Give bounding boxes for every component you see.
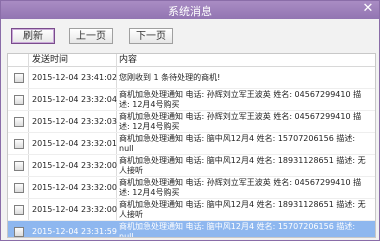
- row-send-time: 2015-12-04 23:32:04: [32, 95, 117, 104]
- close-icon[interactable]: ✕: [361, 2, 375, 16]
- row-checkbox[interactable]: [14, 73, 24, 83]
- row-checkbox[interactable]: [14, 227, 24, 237]
- column-header-send-time[interactable]: 发送时间: [32, 54, 68, 66]
- row-checkbox[interactable]: [14, 161, 24, 171]
- row-send-time: 2015-12-04 23:32:00: [32, 205, 117, 214]
- row-content: 商机加急处理通知 电话: 脑中风12月4 姓名: 15707206156 描述:…: [119, 222, 356, 238]
- table-row[interactable]: 2015-12-04 23:32:00 商机加急处理通知 电话: 脑中风12月4 …: [8, 199, 375, 221]
- row-send-time: 2015-12-04 23:41:02: [32, 73, 117, 82]
- row-checkbox[interactable]: [14, 139, 24, 149]
- row-content: 商机加急处理通知 电话: 孙辉刘立军王波英 姓名: 04567299410 描述…: [119, 112, 362, 131]
- table-row[interactable]: 2015-12-04 23:32:01 商机加急处理通知 电话: 脑中风12月4 …: [8, 133, 375, 155]
- row-send-time: 2015-12-04 23:31:59: [32, 227, 117, 236]
- table-header: 发送时间 内容: [8, 54, 375, 67]
- table-row[interactable]: 2015-12-04 23:41:02 您刚收到 1 条待处理的商机!: [8, 67, 375, 89]
- row-checkbox[interactable]: [14, 205, 24, 215]
- row-content: 商机加急处理通知 电话: 孙辉刘立军王波英 姓名: 04567299410 描述…: [119, 90, 362, 109]
- row-content: 商机加急处理通知 电话: 脑中风12月4 姓名: 15707206156 描述:…: [119, 134, 356, 153]
- window-title: 系统消息: [168, 5, 212, 18]
- row-send-time: 2015-12-04 23:32:01: [32, 139, 117, 148]
- refresh-button[interactable]: 刷新: [11, 28, 55, 44]
- message-table: 发送时间 内容 2015-12-04 23:41:02 您刚收到 1 条待处理的商…: [7, 53, 376, 238]
- row-send-time: 2015-12-04 23:32:00: [32, 161, 117, 170]
- table-row[interactable]: 2015-12-04 23:31:59 商机加急处理通知 电话: 脑中风12月4 …: [8, 221, 375, 238]
- table-row[interactable]: 2015-12-04 23:32:00 商机加急处理通知 电话: 脑中风12月4 …: [8, 155, 375, 177]
- message-window: 系统消息 ✕ 刷新 上一页 下一页 发送时间 内容 2015-12-04 23:…: [0, 0, 380, 241]
- row-checkbox[interactable]: [14, 95, 24, 105]
- row-checkbox[interactable]: [14, 183, 24, 193]
- row-checkbox[interactable]: [14, 117, 24, 127]
- title-bar: 系统消息 ✕: [1, 1, 379, 19]
- column-header-content[interactable]: 内容: [119, 54, 137, 66]
- row-content: 商机加急处理通知 电话: 脑中风12月4 姓名: 18931128651 描述:…: [119, 156, 366, 175]
- toolbar: 刷新 上一页 下一页: [1, 19, 379, 47]
- table-row[interactable]: 2015-12-04 23:32:03 商机加急处理通知 电话: 孙辉刘立军王波英…: [8, 111, 375, 133]
- row-send-time: 2015-12-04 23:32:03: [32, 117, 117, 126]
- row-send-time: 2015-12-04 23:32:00: [32, 183, 117, 192]
- prev-page-button[interactable]: 上一页: [69, 28, 113, 44]
- next-page-button[interactable]: 下一页: [129, 28, 173, 44]
- row-content: 商机加急处理通知 电话: 脑中风12月4 姓名: 18931128651 描述:…: [119, 200, 366, 219]
- row-content: 商机加急处理通知 电话: 孙辉刘立军王波英 姓名: 04567299410 描述…: [119, 178, 362, 197]
- table-row[interactable]: 2015-12-04 23:32:04 商机加急处理通知 电话: 孙辉刘立军王波英…: [8, 89, 375, 111]
- table-row[interactable]: 2015-12-04 23:32:00 商机加急处理通知 电话: 孙辉刘立军王波英…: [8, 177, 375, 199]
